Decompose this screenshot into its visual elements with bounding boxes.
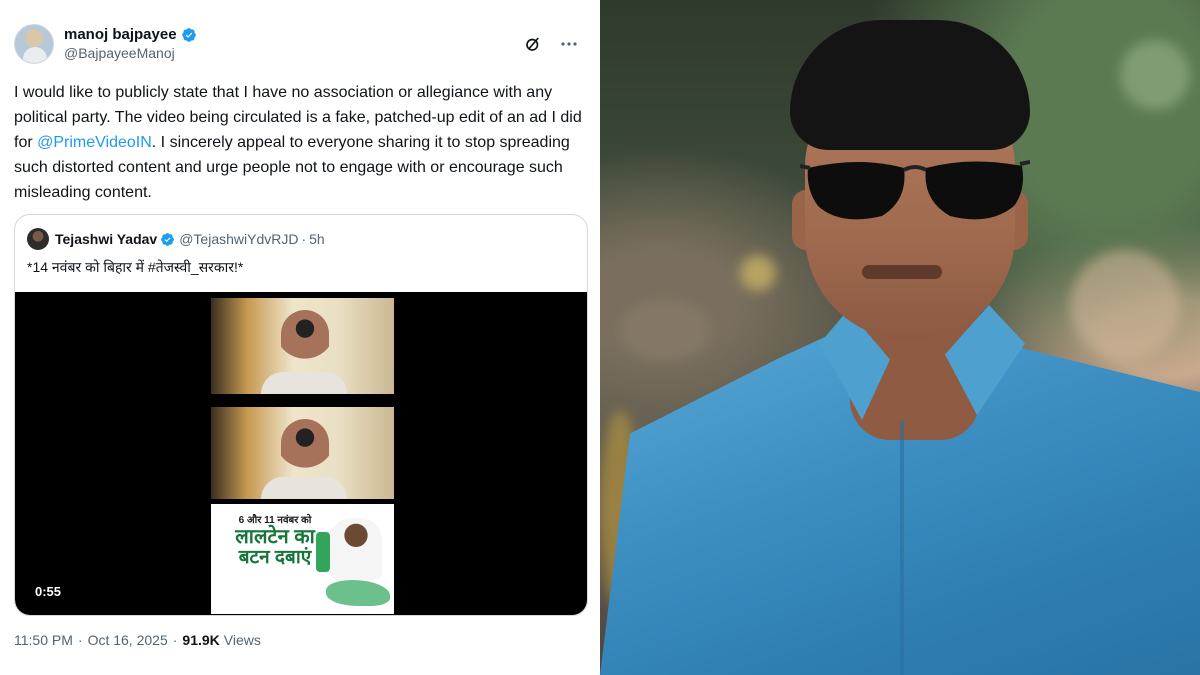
author-avatar[interactable] (14, 24, 54, 64)
frame-shirt-illustration (261, 372, 347, 394)
actor-photo (600, 0, 1200, 675)
poster-text: 6 और 11 नवंबर को लालटेन का बटन दबाएं (225, 515, 325, 568)
hair-illustration (790, 20, 1030, 150)
poster-line-3: बटन दबाएं (238, 546, 312, 568)
poster-map-illustration (326, 580, 390, 606)
poster-line-2: लालटेन का (235, 525, 315, 548)
tweet-body: I would like to publicly state that I ha… (14, 80, 586, 205)
video-frame-1 (211, 298, 394, 394)
quote-author-handle[interactable]: @TejashwiYdvRJD (179, 231, 298, 247)
ellipsis-icon (561, 42, 577, 46)
tweet-meta: 11:50 PM · Oct 16, 2025 · 91.9K Views (14, 632, 261, 648)
author-display-name[interactable]: manoj bajpayee (64, 25, 177, 44)
meta-separator: · (172, 632, 178, 648)
views-label: Views (223, 632, 261, 648)
tweet-date[interactable]: Oct 16, 2025 (88, 632, 168, 648)
mention-link[interactable]: @PrimeVideoIN (37, 134, 152, 151)
shirt-placket (900, 420, 904, 675)
video-player[interactable]: 6 और 11 नवंबर को लालटेन का बटन दबाएं 0:5… (15, 292, 587, 615)
quote-text: *14 नवंबर को बिहार में #तेजस्वी_सरकार!* (27, 259, 244, 275)
lantern-icon (316, 532, 330, 572)
quote-verified-badge-icon (161, 232, 175, 246)
poster-person-illustration (330, 518, 382, 580)
meta-separator: · (77, 632, 83, 648)
quote-author-name[interactable]: Tejashwi Yadav (55, 231, 157, 247)
poster-line-1: 6 और 11 नवंबर को (238, 515, 312, 526)
mouth-illustration (862, 265, 942, 279)
grok-icon[interactable] (522, 33, 544, 55)
quoted-tweet[interactable]: Tejashwi Yadav @TejashwiYdvRJD · 5h *14 … (14, 214, 588, 616)
author-handle[interactable]: @BajpayeeManoj (64, 44, 197, 63)
views-count: 91.9K (182, 632, 220, 648)
quote-timestamp[interactable]: 5h (309, 231, 325, 247)
quote-separator: · (301, 231, 307, 247)
video-duration: 0:55 (35, 584, 62, 599)
name-row: manoj bajpayee (64, 25, 197, 44)
frame-shirt-illustration (261, 477, 347, 499)
frame-person-illustration (281, 310, 329, 372)
bokeh-light (1070, 250, 1180, 360)
video-frame-2 (211, 407, 394, 499)
frame-person-illustration (281, 419, 329, 481)
header-actions (522, 33, 586, 55)
tweet-header: manoj bajpayee @BajpayeeManoj (14, 24, 586, 64)
bokeh-light (740, 255, 776, 291)
quote-header: Tejashwi Yadav @TejashwiYdvRJD · 5h (15, 215, 587, 251)
bokeh-light (620, 300, 710, 360)
author-names: manoj bajpayee @BajpayeeManoj (64, 25, 197, 63)
bokeh-light (1120, 40, 1190, 110)
sunglasses-icon (800, 160, 1030, 220)
more-options-icon[interactable] (558, 33, 580, 55)
verified-badge-icon (181, 27, 196, 42)
grok-glyph-icon (526, 37, 539, 51)
quote-author-avatar[interactable] (27, 228, 49, 250)
tweet-card: manoj bajpayee @BajpayeeManoj I would li… (0, 0, 600, 675)
tweet-time[interactable]: 11:50 PM (14, 632, 73, 648)
video-frame-poster: 6 और 11 नवंबर को लालटेन का बटन दबाएं (211, 504, 394, 614)
